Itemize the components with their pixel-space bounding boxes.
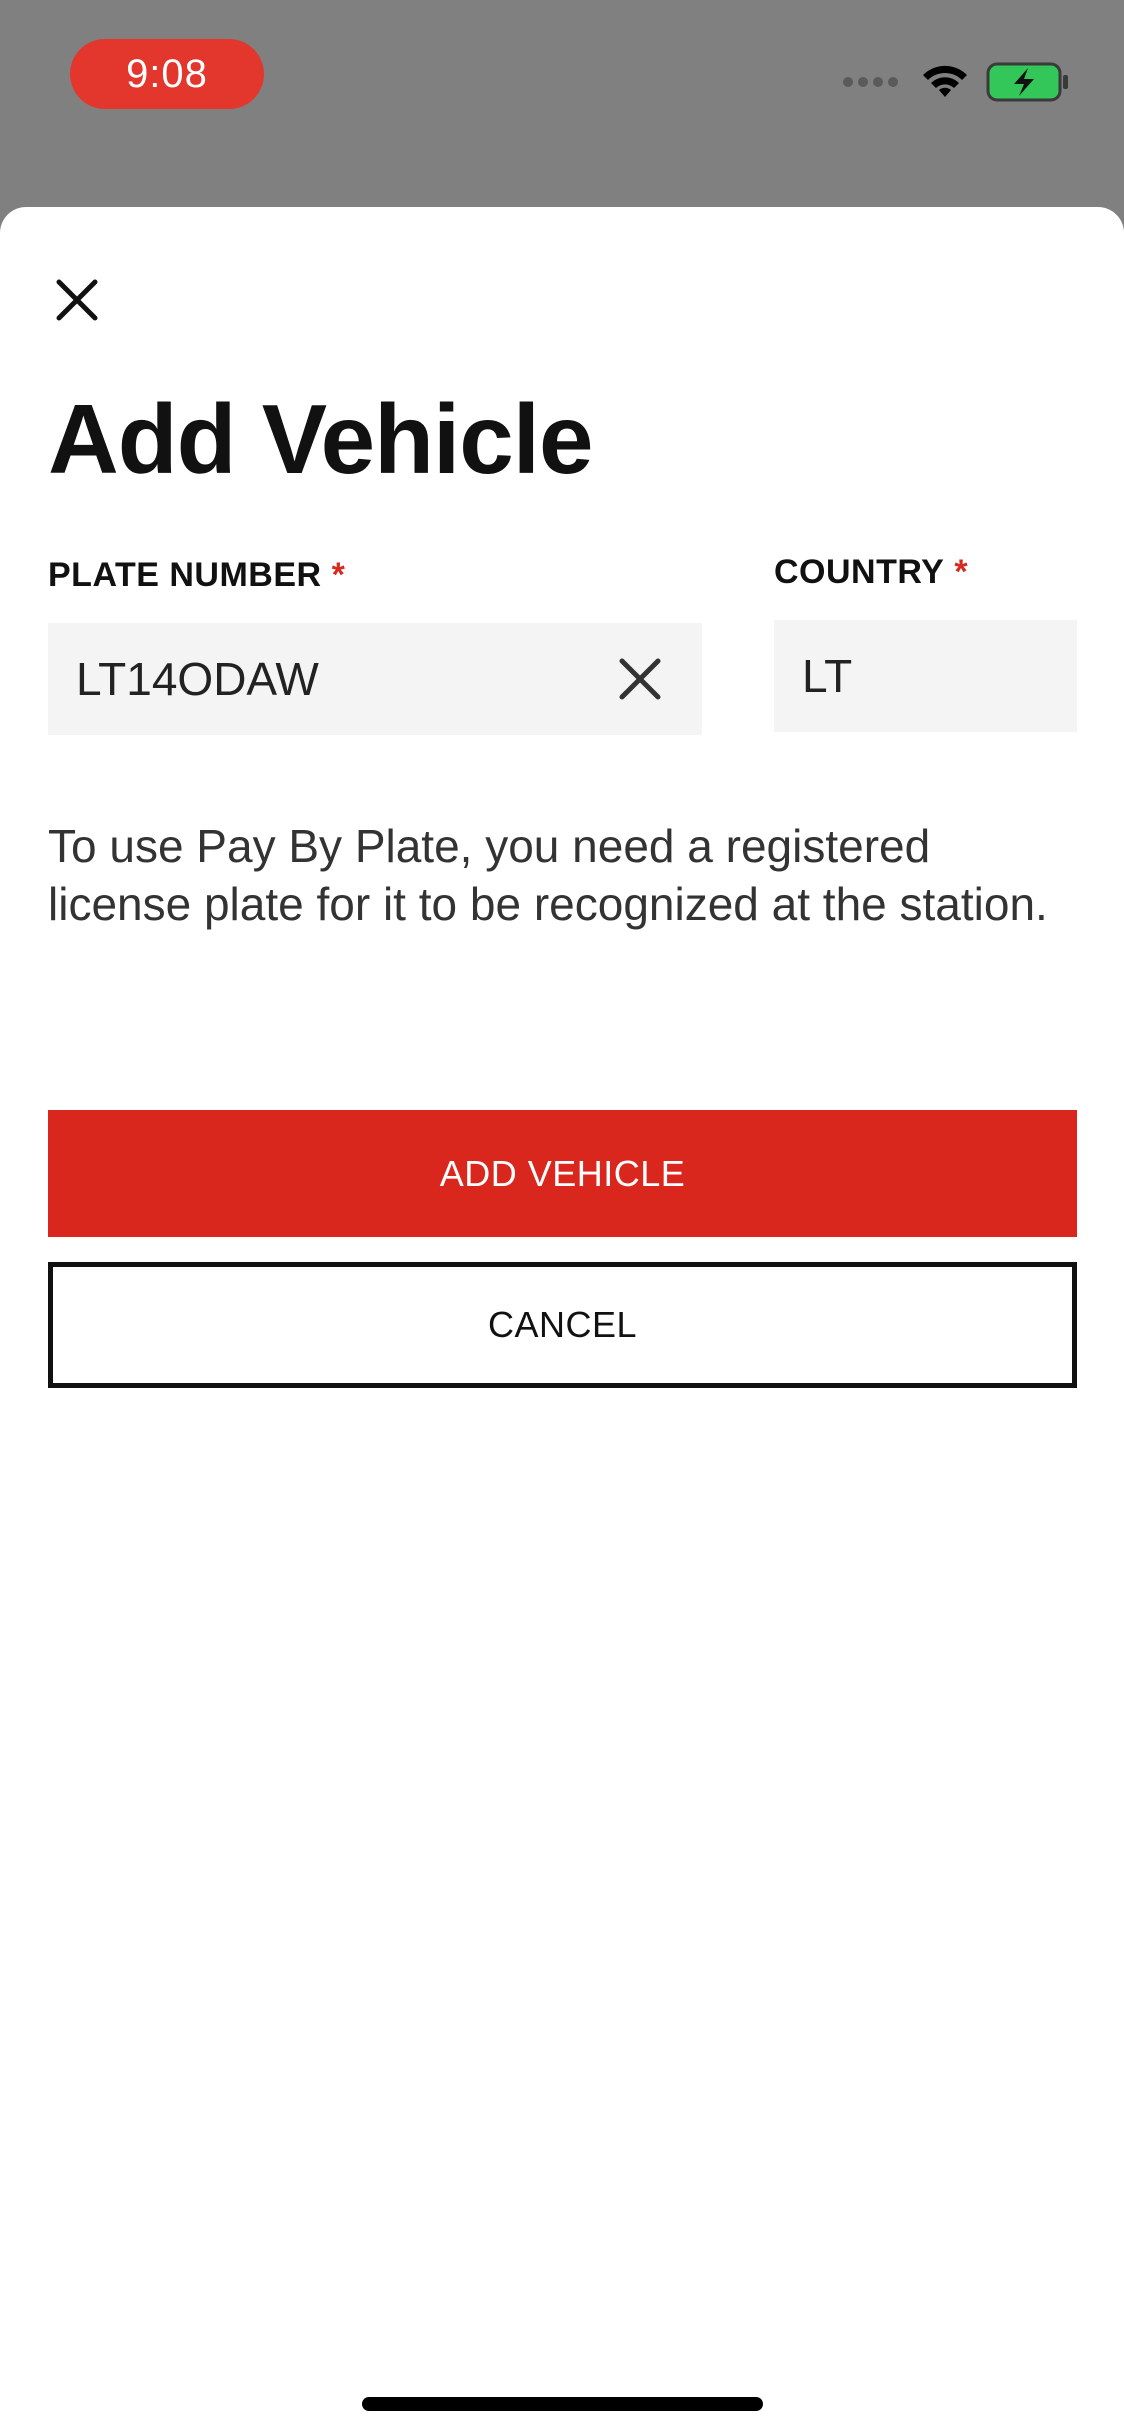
clear-plate-button[interactable] (612, 651, 668, 707)
required-mark: * (331, 556, 346, 594)
pay-by-plate-info: To use Pay By Plate, you need a register… (48, 820, 1048, 930)
plate-number-field[interactable] (48, 623, 702, 735)
screen: 9:08 Add Vehicle PLATE NUMBER * LT14ODAW… (0, 0, 1124, 2436)
status-icons (843, 62, 1070, 102)
plate-number-input[interactable] (76, 652, 612, 706)
country-field[interactable] (774, 620, 1077, 732)
close-icon (56, 279, 98, 321)
signal-dots-icon (843, 77, 898, 87)
required-mark: * (954, 553, 969, 591)
home-indicator[interactable] (362, 2397, 763, 2411)
page-title: Add Vehicle (48, 384, 594, 494)
add-vehicle-sheet: Add Vehicle PLATE NUMBER* COUNTRY* To us… (0, 207, 1124, 2436)
status-time: 9:08 (70, 39, 264, 109)
country-label: COUNTRY * (774, 553, 968, 592)
battery-charging-icon (986, 62, 1068, 102)
country-label-text: COUNTRY (774, 553, 945, 591)
wifi-icon (923, 65, 967, 97)
country-input[interactable] (802, 649, 1049, 703)
plate-number-label: PLATE NUMBER * (48, 556, 345, 595)
plate-number-label-text: PLATE NUMBER (48, 556, 322, 594)
cancel-button[interactable]: CANCEL (48, 1262, 1077, 1388)
clear-icon (619, 658, 661, 700)
add-vehicle-button[interactable]: ADD VEHICLE (48, 1110, 1077, 1237)
close-button[interactable] (48, 271, 106, 329)
